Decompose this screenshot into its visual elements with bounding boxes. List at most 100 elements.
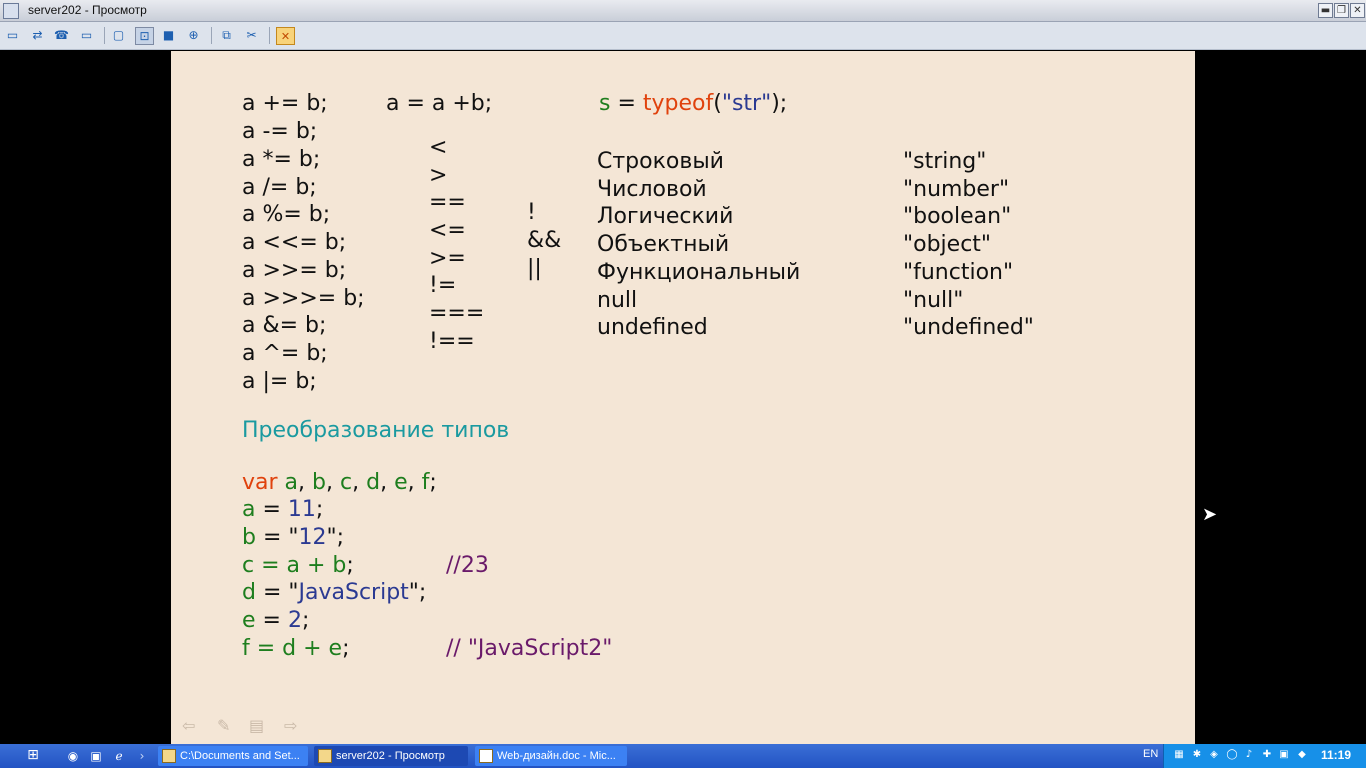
compare-op: > [429, 163, 448, 188]
code-punct: ; [346, 553, 354, 578]
chrome-icon[interactable]: ◉ [65, 748, 81, 764]
volume-icon[interactable]: ♪ [1242, 748, 1256, 762]
window-titlebar: server202 - Просмотр ▬ ❐ ✕ [0, 0, 1366, 22]
type-name: Функциональный [597, 260, 801, 285]
logic-op: ! [527, 200, 536, 225]
compare-op: === [429, 301, 485, 326]
phone-icon[interactable]: ☎ [53, 27, 70, 43]
start-button[interactable]: ⊞ [20, 747, 46, 765]
type-name: Числовой [597, 177, 707, 202]
quicklaunch-chevron-icon[interactable]: › [134, 748, 150, 764]
code-punct: = " [255, 580, 299, 605]
fullscreen-icon[interactable]: ■ [160, 27, 177, 43]
typeof-line: s = typeof("str"); [599, 90, 787, 118]
typeof-open: ( [713, 91, 722, 116]
type-value: "function" [903, 260, 1014, 285]
code-expr: f = d + e [242, 636, 343, 661]
code-line: e = 2; [242, 607, 309, 635]
code-var: a [242, 497, 256, 522]
pen-icon[interactable]: ✎ [217, 716, 230, 735]
typeof-eq: = [610, 91, 643, 116]
viewer-toolbar: ▭ ⇄ ☎ ▭ ▢ ⊡ ■ ⊕ ⧉ ✂ ✕ [0, 22, 1366, 50]
type-name: null [597, 288, 638, 313]
task-word[interactable]: Web-дизайн.doc - Mic... [475, 746, 627, 766]
assign-op: a -= b; [242, 119, 318, 144]
type-value: "null" [903, 288, 964, 313]
typeof-arg: "str" [721, 91, 772, 116]
code-var: a [284, 470, 299, 495]
compare-op: < [429, 135, 448, 160]
code-value: 12 [298, 525, 327, 550]
app-icon [3, 3, 19, 19]
task-explorer[interactable]: C:\Documents and Set... [158, 746, 308, 766]
ie-icon[interactable]: ℯ [111, 748, 127, 764]
folder-icon[interactable]: ▣ [88, 748, 104, 764]
restore-button[interactable]: ❐ [1334, 3, 1349, 18]
tools-icon[interactable]: ✂ [243, 27, 260, 43]
code-value: 11 [287, 497, 316, 522]
fit-screen-icon[interactable]: ⊡ [135, 27, 154, 45]
code-punct: = [255, 497, 288, 522]
assign-op: a += b; [242, 91, 328, 116]
task-label: Web-дизайн.doc - Mic... [497, 750, 616, 762]
opera-icon[interactable]: ◯ [1225, 748, 1239, 762]
next-slide-icon[interactable]: ⇨ [284, 716, 297, 735]
type-value: "number" [903, 177, 1010, 202]
window-icon[interactable]: ▢ [110, 27, 127, 43]
assign-op: a <<= b; [242, 230, 347, 255]
clock[interactable]: 11:19 [1321, 748, 1351, 762]
display-icon[interactable]: ▭ [4, 27, 21, 43]
code-punct: = [255, 608, 288, 633]
assign-op: a *= b; [242, 147, 321, 172]
compare-op: <= [429, 218, 466, 243]
code-punct: , [326, 470, 340, 495]
slide-menu-icon[interactable]: ▤ [249, 716, 264, 735]
compare-op: == [429, 190, 466, 215]
settings-icon[interactable]: ✱ [1190, 748, 1204, 762]
logic-op: || [527, 256, 542, 281]
taskbar: ⊞ ◉ ▣ ℯ › C:\Documents and Set... server… [0, 744, 1366, 768]
code-punct: ; [301, 608, 310, 633]
code-line: f = d + e; [242, 635, 350, 663]
folder-icon [162, 749, 176, 763]
window-title: server202 - Просмотр [28, 3, 147, 17]
code-value: JavaScript [298, 580, 409, 605]
code-punct: "; [326, 525, 345, 550]
assign-op: a >>>= b; [242, 286, 365, 311]
shield-icon[interactable]: ◈ [1207, 748, 1221, 762]
minimize-button[interactable]: ▬ [1318, 3, 1333, 18]
display-icon[interactable]: ▣ [1277, 748, 1291, 762]
transfer-icon[interactable]: ⇄ [29, 27, 46, 43]
code-punct: , [298, 470, 313, 495]
code-line: var a, b, c, d, e, f; [242, 469, 437, 497]
code-punct: "; [408, 580, 427, 605]
network-icon[interactable]: ▦ [1172, 748, 1186, 762]
close-session-icon[interactable]: ✕ [276, 27, 295, 45]
toolbar-separator [211, 27, 212, 44]
remote-icon[interactable]: ◆ [1295, 748, 1309, 762]
compare-op: != [429, 273, 457, 298]
logic-op: && [527, 228, 562, 253]
viewer-icon [318, 749, 332, 763]
section-heading: Преобразование типов [242, 418, 510, 443]
assign-op: a >>= b; [242, 258, 347, 283]
copy-icon[interactable]: ⧉ [218, 27, 235, 43]
prev-slide-icon[interactable]: ⇦ [182, 716, 195, 735]
task-label: C:\Documents and Set... [180, 750, 300, 762]
type-name: Объектный [597, 232, 730, 257]
assign-op: a %= b; [242, 202, 331, 227]
close-button[interactable]: ✕ [1350, 3, 1365, 18]
language-indicator[interactable]: EN [1143, 748, 1158, 760]
code-punct: = " [255, 525, 299, 550]
word-doc-icon [479, 749, 493, 763]
typeof-close: ); [771, 91, 788, 116]
type-value: "string" [903, 149, 987, 174]
scale-icon[interactable]: ⊕ [185, 27, 202, 43]
assign-op: a &= b; [242, 313, 327, 338]
chat-icon[interactable]: ▭ [78, 27, 95, 43]
task-viewer[interactable]: server202 - Просмотр [314, 746, 468, 766]
antivirus-icon[interactable]: ✚ [1260, 748, 1274, 762]
code-expr: c = a + b [242, 553, 347, 578]
code-line: d = "JavaScript"; [242, 579, 426, 607]
code-var: b [312, 470, 326, 495]
